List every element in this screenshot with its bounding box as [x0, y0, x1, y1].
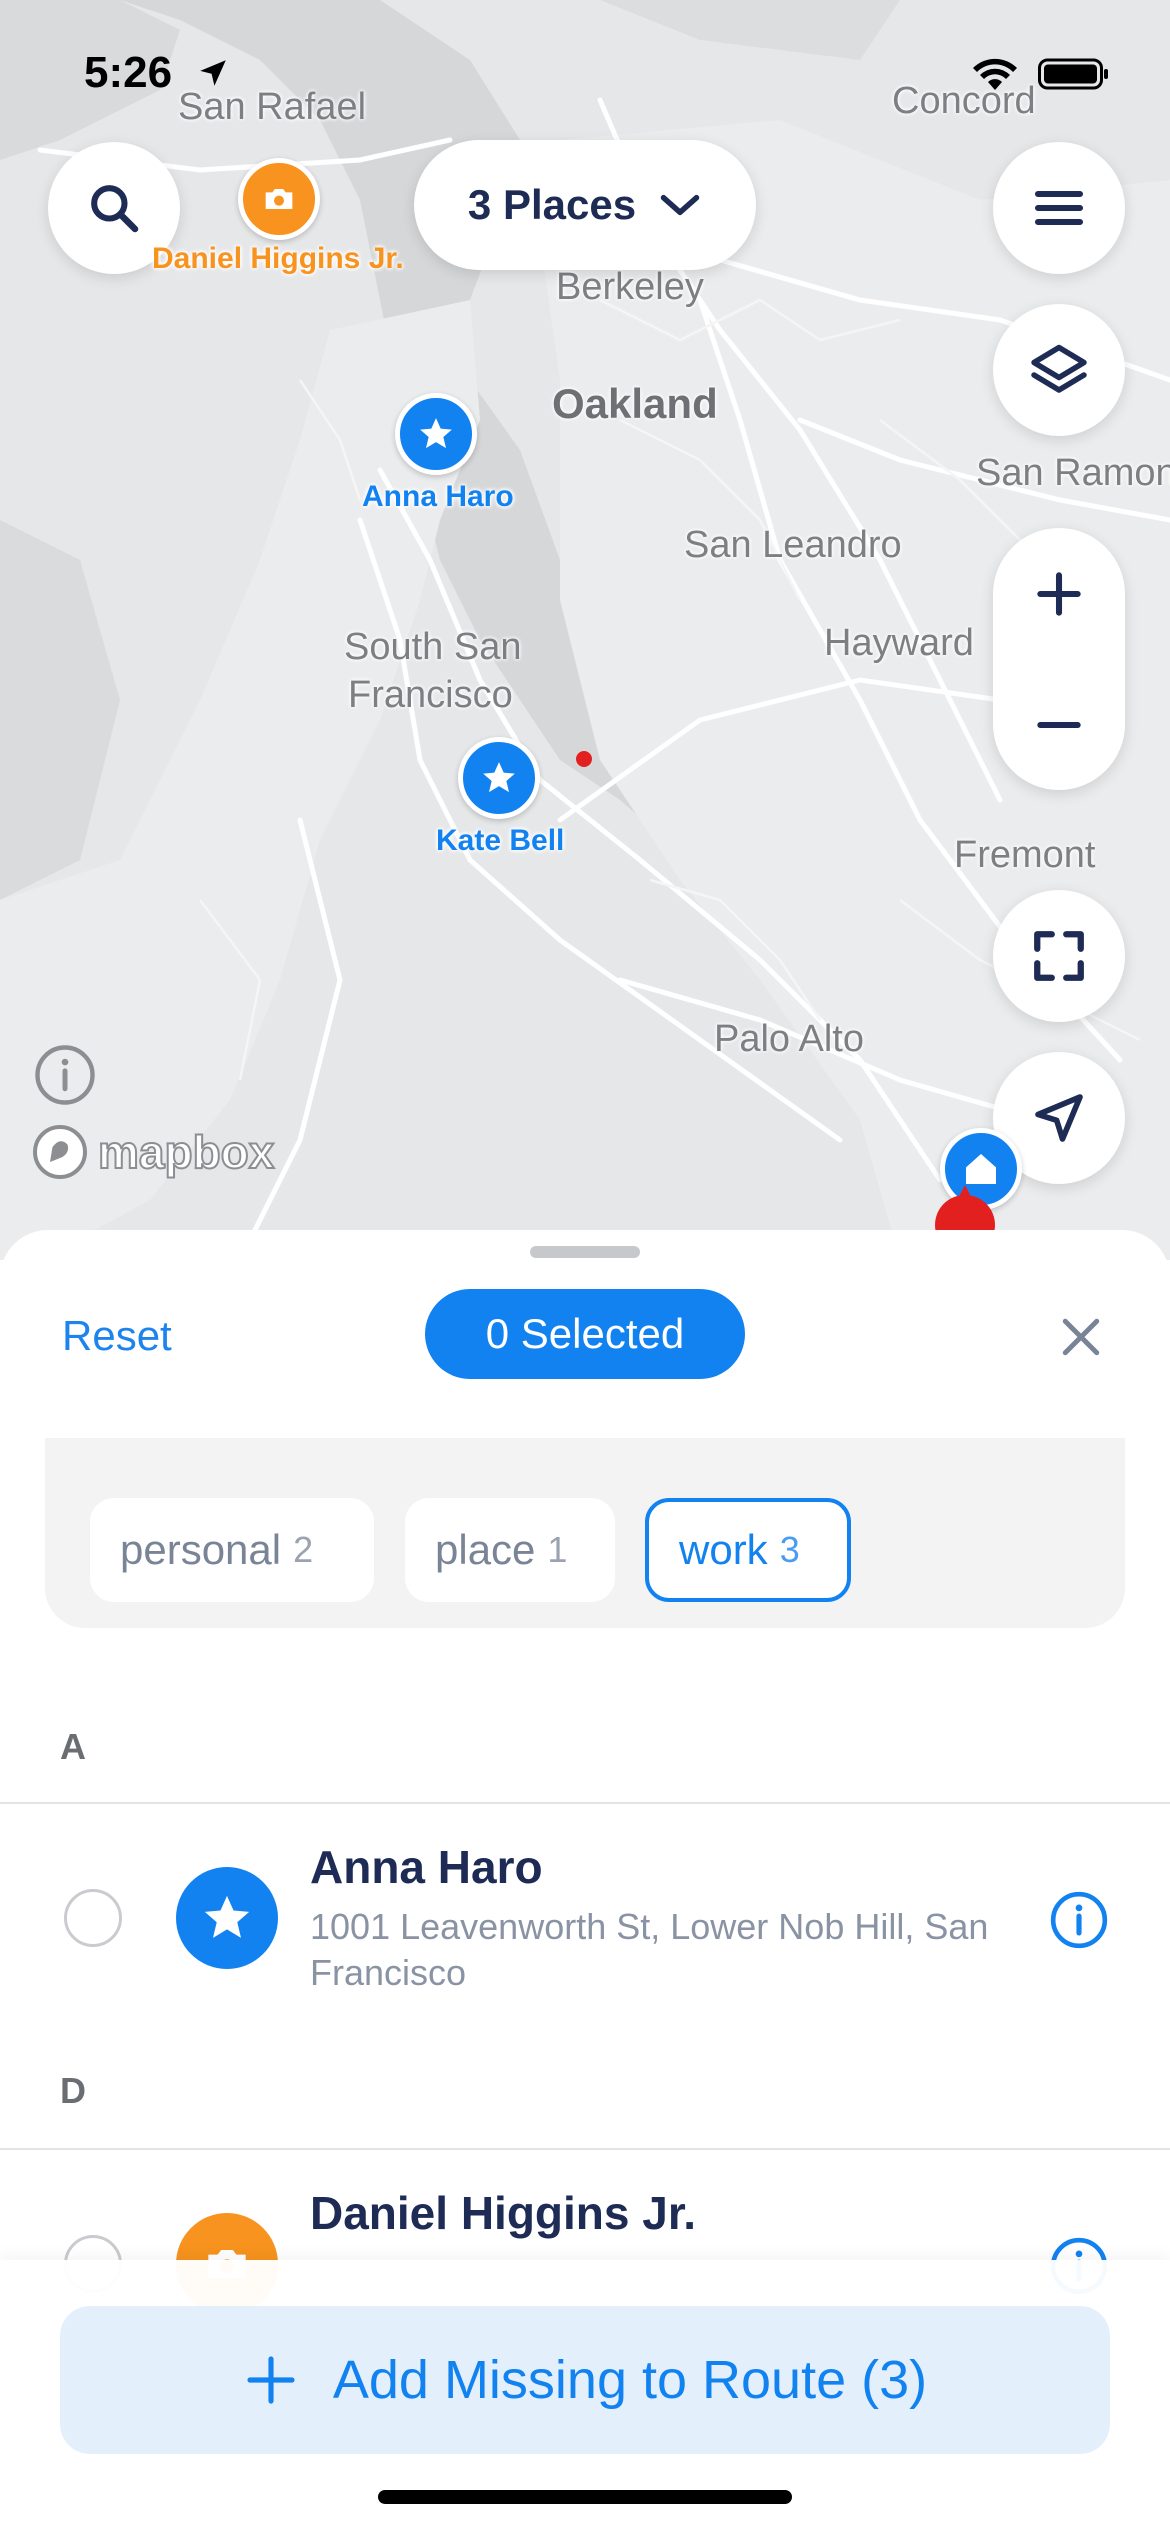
- fullscreen-icon: [1034, 931, 1084, 981]
- map-label-francisco: Francisco: [348, 674, 513, 716]
- filter-chip-label: work: [679, 1526, 768, 1573]
- map-pin-label-daniel-higgins: Daniel Higgins Jr.: [152, 242, 404, 275]
- places-dropdown[interactable]: 3 Places: [414, 140, 756, 270]
- zoom-out-button[interactable]: [993, 659, 1125, 790]
- search-icon: [91, 185, 139, 233]
- hamburger-menu-icon: [1034, 190, 1084, 226]
- map-label-hayward: Hayward: [824, 622, 974, 664]
- filter-chip-label: place: [435, 1526, 536, 1573]
- map-label-fremont: Fremont: [954, 834, 1096, 876]
- status-icons: [970, 56, 1110, 92]
- menu-button[interactable]: [993, 142, 1125, 274]
- star-icon: [420, 418, 452, 449]
- filter-chip-count: 1: [547, 1529, 568, 1570]
- add-missing-to-route-button[interactable]: Add Missing to Route (3): [60, 2306, 1110, 2454]
- chevron-down-icon: [660, 194, 700, 216]
- minus-icon: [1037, 721, 1081, 728]
- zoom-in-button[interactable]: [993, 528, 1125, 659]
- close-icon[interactable]: [1054, 1310, 1108, 1364]
- mapbox-logo: mapbox: [30, 1122, 275, 1182]
- map-view[interactable]: San Rafael Concord Berkeley Oakland San …: [0, 0, 1170, 1260]
- filter-chip-personal[interactable]: personal 2: [90, 1498, 374, 1602]
- map-label-south-san: South San: [344, 626, 522, 668]
- info-icon[interactable]: [1048, 1889, 1110, 1951]
- select-radio[interactable]: [64, 1889, 122, 1947]
- mapbox-wordmark: mapbox: [97, 1125, 275, 1179]
- mapbox-icon: [33, 1125, 87, 1179]
- place-name: Daniel Higgins Jr.: [310, 2187, 696, 2239]
- home-indicator: [378, 2490, 792, 2504]
- selected-count-button[interactable]: 0 Selected: [425, 1289, 745, 1379]
- filter-chip-place[interactable]: place 1: [405, 1498, 615, 1602]
- camera-icon: [265, 189, 293, 209]
- map-pin-anna-haro[interactable]: [395, 393, 477, 475]
- battery-icon: [1038, 58, 1108, 90]
- place-address: 1001 Leavenworth St, Lower Nob Hill, San…: [310, 1906, 989, 1993]
- map-label-san-rafael: San Rafael: [178, 86, 367, 128]
- fullscreen-button[interactable]: [993, 890, 1125, 1022]
- star-icon: [483, 762, 515, 793]
- sheet-grabber[interactable]: [530, 1246, 640, 1258]
- map-label-palo-alto: Palo Alto: [714, 1018, 864, 1060]
- map-pin-label-anna-haro: Anna Haro: [362, 480, 514, 513]
- star-icon: [204, 1895, 250, 1938]
- plus-icon: [1037, 571, 1081, 616]
- place-avatar: [176, 1867, 278, 1969]
- navigation-arrow-icon: [1035, 1094, 1083, 1142]
- zoom-controls: [993, 528, 1125, 790]
- section-header-a: A: [60, 1726, 86, 1767]
- map-label-san-leandro: San Leandro: [684, 524, 902, 566]
- section-header-d: D: [60, 2070, 86, 2111]
- layers-icon: [1031, 344, 1087, 393]
- divider: [0, 1802, 1170, 1804]
- places-dropdown-label: 3 Places: [467, 181, 637, 228]
- divider: [0, 2148, 1170, 2150]
- reset-button[interactable]: Reset: [62, 1312, 172, 1360]
- map-label-oakland: Oakland: [552, 380, 718, 427]
- location-arrow-icon: [200, 60, 226, 86]
- map-label-san-ramon: San Ramon: [976, 452, 1170, 494]
- wifi-icon: [973, 58, 1017, 90]
- map-pin-daniel-higgins[interactable]: [238, 158, 320, 240]
- plus-icon: [247, 2356, 295, 2404]
- status-time: 5:26: [84, 48, 173, 97]
- map-label-berkeley: Berkeley: [556, 266, 704, 308]
- filter-chip-count: 3: [779, 1529, 800, 1570]
- filter-chip-label: personal: [120, 1526, 282, 1573]
- map-pin-kate-bell[interactable]: [458, 737, 540, 819]
- layers-button[interactable]: [993, 304, 1125, 436]
- attribution-info-icon[interactable]: [32, 1042, 98, 1108]
- place-name: Anna Haro: [310, 1841, 543, 1893]
- filter-chip-count: 2: [293, 1529, 314, 1570]
- filter-chip-work[interactable]: work 3: [645, 1498, 851, 1602]
- add-missing-to-route-label: Add Missing to Route (3): [332, 2350, 928, 2410]
- map-pin-label-kate-bell: Kate Bell: [436, 824, 565, 857]
